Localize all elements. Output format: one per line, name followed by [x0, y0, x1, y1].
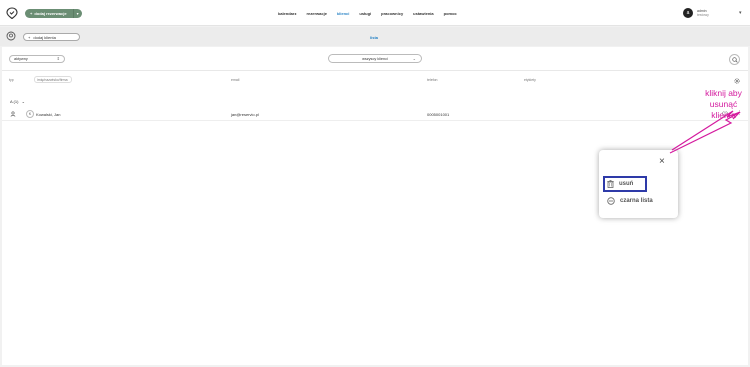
arrow-line — [671, 110, 741, 151]
annotation-arrows — [669, 110, 741, 154]
arrow-line — [669, 111, 741, 154]
